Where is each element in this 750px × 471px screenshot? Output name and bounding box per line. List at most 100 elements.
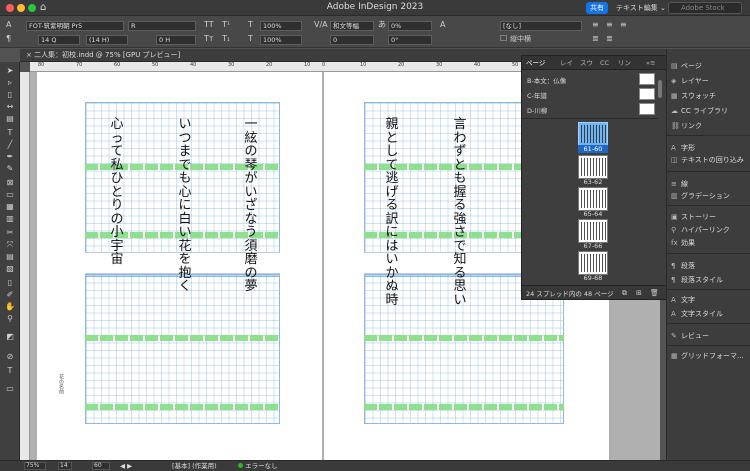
align-center-icon[interactable]: ≡ [606, 20, 613, 30]
haiku-line[interactable]: 一絃の琴がいざなう須磨の夢 [244, 118, 258, 294]
panel-menu-icon[interactable]: »≡ [646, 58, 655, 68]
haiku-line[interactable]: 親として逃げる訳にはいかぬ時 [385, 118, 399, 307]
baseline-shift-field[interactable]: 0 H [156, 35, 196, 45]
tracking-field[interactable]: 0 [330, 35, 374, 45]
spread-number-field[interactable]: 14 [58, 462, 72, 470]
fill-stroke-icon[interactable]: ◩ [4, 332, 16, 342]
dock-item-glyphs[interactable]: A 字形 [671, 143, 695, 153]
note-tool-icon[interactable]: ▯ [4, 278, 16, 288]
haiku-line[interactable]: いつまでも心に白い花を抱く [178, 118, 192, 294]
horizontal-scale-field[interactable]: 100% [260, 35, 302, 45]
spread-thumbnail[interactable] [578, 122, 608, 146]
justify-all-icon[interactable]: ≣ [606, 34, 613, 44]
screen-mode-icon[interactable]: ▭ [4, 384, 16, 394]
tsume-field[interactable]: 0% [388, 21, 432, 31]
dock-item-paragraph[interactable]: ¶ 段落 [671, 261, 695, 271]
frame-grid-tool-icon[interactable]: ▦ [4, 202, 16, 212]
master-item[interactable]: C-年譜 [527, 90, 547, 100]
dock-item-swatches[interactable]: ▦ スウォッチ [671, 91, 716, 101]
grid-tool-icon[interactable]: ▥ [4, 214, 16, 224]
rectangle-tool-icon[interactable]: ▭ [4, 190, 16, 200]
tab-pages[interactable]: ページ [526, 58, 545, 68]
vertical-scale-field[interactable]: 100% [260, 21, 302, 31]
eyedropper-tool-icon[interactable]: ✐ [4, 290, 16, 300]
dock-item-character-styles[interactable]: A 文字スタイル [671, 309, 723, 319]
panel-scrollbar[interactable] [658, 80, 662, 98]
spread-thumbnail[interactable] [578, 251, 608, 275]
gradient-feather-icon[interactable]: ▧ [4, 264, 16, 274]
dock-item-grid-format[interactable]: ▦ グリッドフォーマ... [671, 351, 744, 361]
share-button[interactable]: 共有 [586, 2, 608, 14]
rectangle-frame-tool-icon[interactable]: ⊠ [4, 178, 16, 188]
all-caps-icon[interactable]: TT [204, 20, 214, 30]
pencil-tool-icon[interactable]: ✎ [4, 164, 16, 174]
preflight-status[interactable]: エラーなし [238, 462, 278, 470]
haiku-line[interactable]: 言わずとも握る強さで知る思い [453, 118, 467, 307]
new-page-icon[interactable]: ⊞ [636, 288, 642, 298]
dock-item-cc-libraries[interactable]: ☁ CC ライブラリ [671, 106, 728, 116]
free-transform-tool-icon[interactable]: ⤧ [4, 240, 16, 250]
type-tool-vertical-icon[interactable]: T [4, 128, 16, 138]
prev-page-icon[interactable]: ◀ ▶ [120, 462, 132, 470]
master-item[interactable]: D-川柳 [527, 105, 547, 115]
page-number-field[interactable]: 60 [92, 462, 110, 470]
gradient-tool-icon[interactable]: ▤ [4, 252, 16, 262]
vertical-ruler[interactable] [20, 72, 30, 460]
character-style-field[interactable]: [なし] [500, 21, 582, 31]
superscript-icon[interactable]: T¹ [222, 20, 230, 30]
master-item[interactable]: B-本文：仏像 [527, 75, 566, 85]
delete-page-icon[interactable]: 🗑 [650, 288, 659, 298]
zoom-field[interactable]: 75% [24, 462, 46, 470]
dock-item-pages[interactable]: ▤ ページ [671, 61, 702, 71]
font-size-field[interactable]: 14 Q [38, 35, 80, 45]
selection-tool-icon[interactable]: ➤ [4, 66, 16, 76]
edit-page-size-icon[interactable]: ⧉ [622, 288, 627, 298]
spread-thumbnail[interactable] [578, 219, 608, 243]
tab-swatches[interactable]: スウ [580, 58, 593, 68]
dock-item-stroke[interactable]: ≡ 線 [671, 179, 688, 189]
formatting-affects-text-icon[interactable]: T [4, 366, 16, 376]
page-tool-icon[interactable]: ▯ [4, 90, 16, 100]
haiku-line[interactable]: 心って私ひとりの小宇宙 [110, 118, 124, 267]
font-style-field[interactable]: R [128, 21, 196, 31]
scissors-tool-icon[interactable]: ✂ [4, 228, 16, 238]
tab-links[interactable]: リン [618, 58, 631, 68]
font-family-field[interactable]: FOT-筑紫明朝 Pr5 [26, 21, 124, 31]
master-status[interactable]: [基本] (作業用) [172, 462, 217, 470]
skew-field[interactable]: 0° [388, 35, 432, 45]
master-thumbnail[interactable] [639, 103, 655, 115]
pen-tool-icon[interactable]: ✒ [4, 152, 16, 162]
dock-item-hyperlinks[interactable]: ⚲ ハイパーリンク [671, 225, 730, 235]
master-thumbnail[interactable] [639, 88, 655, 100]
workspace-switcher[interactable]: テキスト編集 ⌄ [616, 3, 666, 13]
gap-tool-icon[interactable]: ↔ [4, 102, 16, 112]
dock-item-links[interactable]: ⛓リンク [671, 121, 702, 131]
hand-tool-icon[interactable]: ✋ [4, 302, 16, 312]
line-tool-icon[interactable]: ╱ [4, 140, 16, 150]
zoom-tool-icon[interactable]: ⚲ [4, 314, 16, 324]
dock-item-story[interactable]: ▣ ストーリー [671, 212, 716, 222]
paragraph-mode-icon[interactable]: ¶ [6, 34, 11, 44]
tatechuyoko-checkbox[interactable]: ☐ [500, 34, 507, 44]
align-right-icon[interactable]: ≡ [620, 20, 627, 30]
align-left-icon[interactable]: ≡ [592, 20, 599, 30]
leading-field[interactable]: (14 H) [86, 35, 128, 45]
small-caps-icon[interactable]: Tᴛ [204, 34, 214, 44]
document-tab[interactable]: × 二人集：初校.indd @ 75% [GPU プレビュー] [26, 50, 180, 61]
master-thumbnail[interactable] [639, 73, 655, 85]
direct-selection-tool-icon[interactable]: ▹ [4, 78, 16, 88]
tab-layers[interactable]: レイ [560, 58, 573, 68]
subscript-icon[interactable]: T₁ [222, 34, 230, 44]
dock-item-character[interactable]: A 文字 [671, 295, 695, 305]
spread-thumbnail[interactable] [578, 155, 608, 179]
content-collector-icon[interactable]: ▤ [4, 114, 16, 124]
tab-cc[interactable]: CC [600, 58, 609, 68]
dock-item-gradient[interactable]: ▥ グラデーション [671, 191, 730, 201]
dock-item-review[interactable]: ✎ レビュー [671, 331, 709, 341]
dock-item-paragraph-styles[interactable]: ¶ 段落スタイル [671, 275, 723, 285]
adobe-stock-search[interactable]: Adobe Stock [668, 2, 742, 14]
justify-icon[interactable]: ≣ [592, 34, 599, 44]
dock-item-text-wrap[interactable]: ◫ テキストの回り込み [671, 155, 744, 165]
dock-item-layers[interactable]: ◈ レイヤー [671, 76, 709, 86]
frame-grid-bottom-left[interactable] [85, 274, 280, 424]
